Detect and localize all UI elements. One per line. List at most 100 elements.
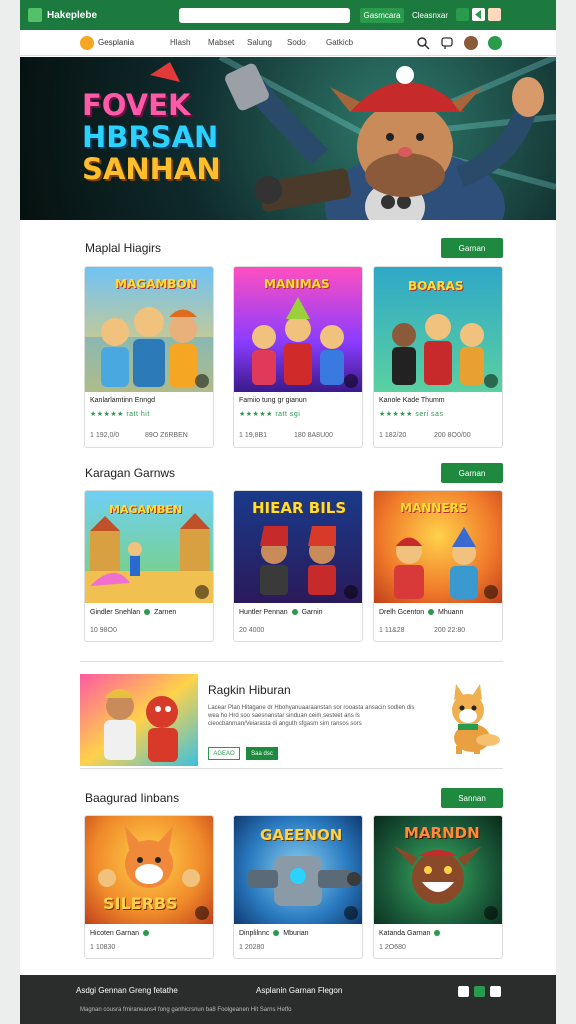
footer: Asdgi Gennan Greng fetathe Asplanin Garn… bbox=[20, 975, 556, 1024]
game-thumbnail[interactable]: GAEENON bbox=[234, 816, 362, 924]
game-meta: 1 192,0/0 bbox=[90, 432, 120, 439]
play-icon[interactable] bbox=[195, 585, 209, 599]
footer-link-mid[interactable]: Asplanin Garnan Flegon bbox=[256, 986, 342, 995]
grid-icon[interactable] bbox=[456, 8, 469, 21]
social-icon-2[interactable] bbox=[474, 986, 485, 997]
play-icon[interactable] bbox=[344, 906, 358, 920]
game-name[interactable]: Famiio tung gr gianun bbox=[239, 397, 307, 404]
nav-item-4[interactable]: Sodo bbox=[287, 38, 306, 47]
hero-title-line-2: HBRSAN bbox=[82, 120, 219, 154]
game-name[interactable]: Kanole Kade Thumm bbox=[379, 397, 445, 404]
game-name[interactable]: Drelh Gcenton Mhuann bbox=[379, 609, 463, 616]
hero-banner[interactable]: FOVEK HBRSAN SANHAN bbox=[20, 57, 556, 220]
play-icon[interactable] bbox=[344, 374, 358, 388]
game-meta: 1 11&28 bbox=[379, 627, 405, 634]
social-icon-1[interactable] bbox=[458, 986, 469, 997]
verified-icon bbox=[144, 609, 151, 616]
footer-copyright: Magnan cousra frniraneans4 fong ganhicrs… bbox=[80, 1007, 292, 1013]
section-title: Baagurad Iinbans bbox=[85, 791, 180, 805]
game-name[interactable]: Katanda Garnan bbox=[379, 930, 442, 937]
game-name-text: Katanda Garnan bbox=[379, 930, 431, 937]
game-name[interactable]: Dinplilnnc Mburian bbox=[239, 930, 309, 937]
game-tag: Mhuann bbox=[438, 609, 464, 616]
game-name[interactable]: Huntler Pennan Garnin bbox=[239, 609, 323, 616]
play-icon[interactable] bbox=[195, 374, 209, 388]
game-card[interactable]: BOARAS Kanole Kade Thumm ★★★★★ seri sas … bbox=[373, 266, 503, 448]
avatar[interactable] bbox=[464, 36, 478, 50]
game-card[interactable]: MAGAMBEN Gindler Snehlan Zarnen 10 98O0 bbox=[84, 490, 214, 642]
thumbnail-title: MAGAMBEN bbox=[109, 503, 183, 516]
game-name[interactable]: Gindler Snehlan Zarnen bbox=[90, 609, 176, 616]
play-icon[interactable] bbox=[484, 374, 498, 388]
game-thumbnail[interactable]: MANIMAS bbox=[234, 267, 362, 392]
logo-icon[interactable] bbox=[28, 8, 42, 22]
game-name[interactable]: Kanlarlamtinn Enngd bbox=[90, 397, 155, 404]
section-more-button[interactable]: Garnan bbox=[441, 463, 503, 483]
thumbnail-title: HIEAR BILS bbox=[252, 499, 347, 517]
search-input[interactable] bbox=[179, 8, 350, 23]
featured-description: Lacear Plan Hitagane dr Hbohyanuaaraanst… bbox=[208, 705, 415, 727]
featured-image[interactable] bbox=[80, 674, 198, 766]
search-icon[interactable] bbox=[416, 36, 430, 50]
topbar-button-2[interactable]: Cleasnxar bbox=[408, 8, 452, 23]
profile-icon[interactable] bbox=[488, 8, 501, 21]
nav-item-1[interactable]: Hlash bbox=[170, 38, 190, 47]
status-icon[interactable] bbox=[488, 36, 502, 50]
section-title: Maplal Hiagirs bbox=[85, 241, 162, 255]
thumbnail-title: MANIMAS bbox=[264, 277, 330, 291]
game-card[interactable]: GAEENON Dinplilnnc Mburian 1 20280 bbox=[233, 815, 363, 959]
thumbnail-title: MARNDN bbox=[404, 824, 480, 842]
game-name-text: Drelh Gcenton bbox=[379, 609, 425, 616]
game-tag: Garnin bbox=[301, 609, 323, 616]
section-title: Karagan Garnws bbox=[85, 466, 176, 480]
game-card[interactable]: MAGAMBON Kanlarlamtinn Enngd ★★★★★ ratt … bbox=[84, 266, 214, 448]
play-icon[interactable] bbox=[484, 585, 498, 599]
section-games: Karagan Garnws Garnan MAGAMBEN Gindler S… bbox=[80, 457, 503, 647]
game-card[interactable]: MARNDN Katanda Garnan 1 2O680 bbox=[373, 815, 503, 959]
game-name[interactable]: Hicoten Garnan bbox=[90, 930, 151, 937]
footer-link-left[interactable]: Asdgi Gennan Greng fetathe bbox=[76, 986, 178, 995]
game-thumbnail[interactable]: MAGAMBON bbox=[85, 267, 213, 392]
thumbnail-title: SILERBS bbox=[103, 894, 178, 913]
game-thumbnail[interactable]: MARNDN bbox=[374, 816, 502, 924]
section-header: Karagan Garnws Garnan bbox=[80, 463, 503, 483]
hero-title-line-1: FOVEK bbox=[82, 88, 191, 122]
game-thumbnail[interactable]: BOARAS bbox=[374, 267, 502, 392]
chat-icon[interactable] bbox=[440, 36, 454, 50]
play-icon[interactable] bbox=[484, 906, 498, 920]
game-card[interactable]: SILERBS Hicoten Garnan 1 10830 bbox=[84, 815, 214, 959]
game-thumbnail[interactable]: HIEAR BILS bbox=[234, 491, 362, 603]
featured-secondary-button[interactable]: AGEAO bbox=[208, 747, 240, 760]
game-meta-2: 200 22:80 bbox=[434, 627, 466, 634]
game-card[interactable]: MANIMAS Famiio tung gr gianun ★★★★★ ratt… bbox=[233, 266, 363, 448]
game-thumbnail[interactable]: MANNERS bbox=[374, 491, 502, 603]
verified-icon bbox=[142, 930, 149, 937]
game-tag: Zarnen bbox=[154, 609, 177, 616]
play-icon[interactable] bbox=[344, 585, 358, 599]
game-meta-2: 89O Z6RBEN bbox=[145, 432, 188, 439]
featured-title: Ragkin Hiburan bbox=[208, 683, 291, 697]
game-card[interactable]: MANNERS Drelh Gcenton Mhuann 1 11&28 200… bbox=[373, 490, 503, 642]
nav-item-3[interactable]: Salung bbox=[247, 38, 272, 47]
nav-brand[interactable]: Gesplania bbox=[98, 38, 134, 47]
game-name-text: Dinplilnnc bbox=[239, 930, 270, 937]
nav-item-5[interactable]: Gatkicb bbox=[326, 38, 353, 47]
social-icon-3[interactable] bbox=[490, 986, 501, 997]
arrow-icon[interactable] bbox=[472, 8, 485, 21]
section-more-button[interactable]: Garnan bbox=[441, 238, 503, 258]
hero-title: FOVEK HBRSAN SANHAN bbox=[82, 89, 221, 185]
game-card[interactable]: HIEAR BILS Huntler Pennan Garnin 20 4000 bbox=[233, 490, 363, 642]
brand-logo-icon[interactable] bbox=[80, 36, 94, 50]
game-meta-2: 180 8A8U00 bbox=[294, 432, 333, 439]
top-bar: Hakeplebe Gasmcara Cleasnxar bbox=[20, 0, 556, 30]
section-more-button[interactable]: Sannan bbox=[441, 788, 503, 808]
nav-item-2[interactable]: Mabset bbox=[208, 38, 234, 47]
topbar-button-1[interactable]: Gasmcara bbox=[360, 8, 404, 23]
featured-primary-button[interactable]: Saa dsc bbox=[246, 747, 278, 760]
site-brand[interactable]: Hakeplebe bbox=[47, 10, 97, 21]
game-thumbnail[interactable]: SILERBS bbox=[85, 816, 213, 924]
thumbnail-title: BOARAS bbox=[408, 279, 464, 293]
game-thumbnail[interactable]: MAGAMBEN bbox=[85, 491, 213, 603]
play-icon[interactable] bbox=[195, 906, 209, 920]
game-meta-2: 200 8O0/00 bbox=[434, 432, 471, 439]
